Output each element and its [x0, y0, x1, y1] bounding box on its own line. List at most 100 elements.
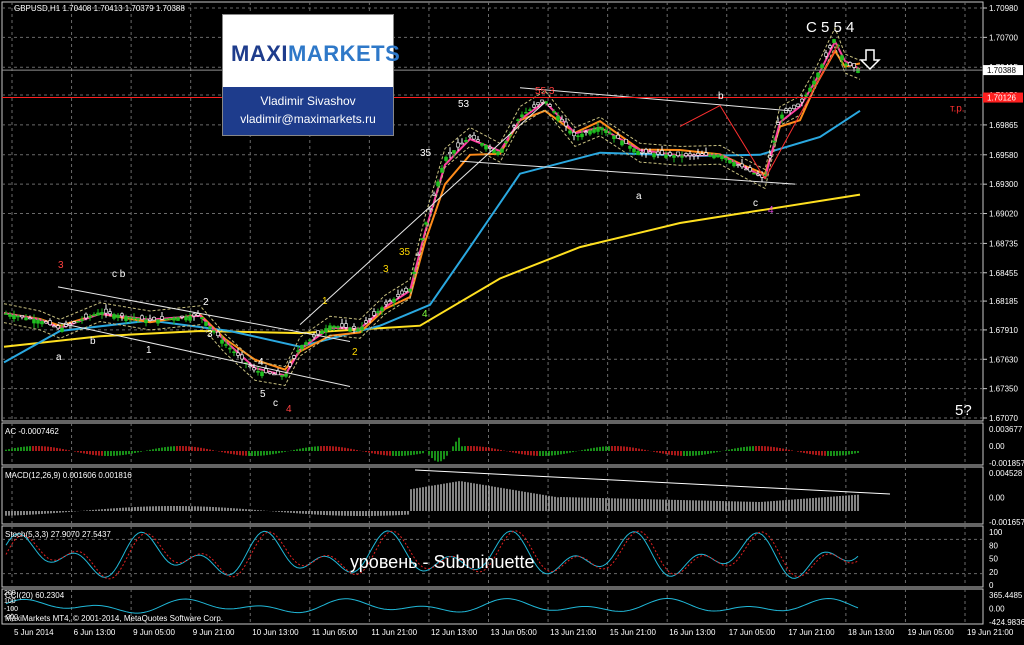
- author-name: Vladimir Sivashov: [260, 94, 356, 108]
- candle-body: [300, 344, 304, 350]
- candle-body: [320, 331, 324, 334]
- candle-body: [412, 271, 416, 274]
- candle-body: [52, 325, 56, 328]
- candle-body: [148, 318, 152, 321]
- candle-body: [16, 315, 20, 318]
- candle-body: [276, 370, 280, 376]
- candle-body: [832, 39, 836, 43]
- wave-label: 35: [399, 247, 411, 258]
- candle-body: [636, 151, 640, 156]
- ma-line-1: [3, 109, 861, 364]
- ma-line-3: [3, 39, 861, 377]
- candle-body: [308, 339, 312, 342]
- candle-body: [216, 331, 220, 336]
- candle-body: [808, 87, 812, 92]
- time-tick-label: 11 Jun 05:00: [312, 628, 358, 637]
- wave-label: 55 3: [535, 86, 555, 97]
- wave-label: 3: [58, 260, 64, 271]
- time-tick-label: 10 Jun 13:00: [252, 628, 299, 637]
- time-tick-label: 9 Jun 05:00: [133, 628, 175, 637]
- candle-body: [532, 104, 536, 108]
- cci-right-axis-label: 365.4485: [989, 591, 1023, 600]
- candle-body: [700, 153, 704, 156]
- time-tick-label: 19 Jun 21:00: [967, 628, 1014, 637]
- candle-body: [388, 300, 392, 302]
- candle-body: [36, 319, 40, 324]
- time-tick-label: 11 Jun 21:00: [371, 628, 417, 637]
- candle-body: [452, 150, 456, 154]
- price-tick-label: 1.67910: [989, 326, 1018, 335]
- candle-body: [272, 373, 276, 376]
- time-tick-label: 13 Jun 05:00: [491, 628, 538, 637]
- pane-frame-1: [1, 422, 984, 466]
- candle-body: [212, 330, 216, 333]
- candle-body: [704, 152, 708, 156]
- wave-line-7: [764, 44, 839, 180]
- chart-stage: 5 Jun 2014 6 Jun 13:00 9 Jun 05:00 9 Jun 21…: [0, 0, 1024, 641]
- candle-body: [600, 127, 604, 131]
- candle-body: [372, 311, 376, 316]
- candle-body: [72, 321, 76, 324]
- candle-body: [648, 151, 652, 154]
- candle-body: [708, 154, 712, 157]
- candle-body: [496, 151, 500, 155]
- candle-body: [328, 325, 332, 330]
- candle-body: [340, 323, 344, 328]
- candle-body: [644, 149, 648, 154]
- candle-body: [28, 317, 32, 320]
- candle-body: [740, 163, 744, 168]
- time-tick-label: 17 Jun 05:00: [729, 628, 776, 637]
- candle-body: [840, 55, 844, 61]
- candle-body: [324, 328, 328, 332]
- candle-body: [548, 104, 552, 107]
- candle-body: [684, 153, 688, 156]
- candle-body: [588, 130, 592, 135]
- candle-body: [456, 142, 460, 148]
- candle-body: [844, 63, 848, 66]
- cci-right-axis-label: 0.00: [989, 605, 1005, 614]
- time-tick-label: 15 Jun 21:00: [610, 628, 657, 637]
- candle-body: [96, 312, 100, 316]
- candle-body: [124, 316, 128, 321]
- macd-axis-label: 0.004528: [989, 469, 1023, 478]
- candle-body: [552, 110, 556, 113]
- wave-label: c: [273, 398, 278, 409]
- candle-body: [680, 155, 684, 158]
- candle-body: [352, 326, 356, 329]
- candle-body: [8, 314, 12, 317]
- candle-body: [376, 311, 380, 314]
- candle-body: [12, 314, 16, 320]
- candle-body: [744, 168, 748, 171]
- ac-axis-label: 0.00: [989, 442, 1005, 451]
- candle-body: [712, 154, 716, 159]
- candle-body: [800, 98, 804, 103]
- chart-canvas[interactable]: 5 Jun 2014 6 Jun 13:00 9 Jun 05:00 9 Jun 21…: [0, 0, 1024, 641]
- candle-body: [84, 313, 88, 319]
- target-price-tag-label: 1.70126: [987, 94, 1016, 103]
- brand-part-b: MARKETS: [288, 41, 401, 66]
- candle-body: [292, 355, 296, 359]
- candle-body: [224, 344, 228, 346]
- stoch-axis-label: 100: [989, 528, 1003, 537]
- candle-body: [120, 313, 124, 317]
- candle-body: [640, 152, 644, 154]
- candle-body: [796, 103, 800, 107]
- candle-body: [468, 135, 472, 138]
- candle-body: [628, 145, 632, 149]
- candle-body: [584, 131, 588, 133]
- ac-label: AC -0.0007462: [5, 427, 59, 436]
- brand-name: MAXIMARKETS: [231, 41, 400, 67]
- candle-body: [500, 148, 504, 153]
- ac-axis-label: 0.003677: [989, 425, 1023, 434]
- price-tick-label: 1.67350: [989, 385, 1018, 394]
- wave-label: 2: [352, 347, 358, 358]
- candle-body: [228, 347, 232, 350]
- candle-body: [476, 139, 480, 142]
- candle-body: [512, 125, 516, 128]
- candle-body: [804, 94, 808, 97]
- candle-body: [184, 316, 188, 321]
- candle-body: [112, 314, 116, 319]
- candle-body: [32, 318, 36, 324]
- wave-label: 35: [420, 148, 432, 159]
- wave-label: 1: [322, 296, 328, 307]
